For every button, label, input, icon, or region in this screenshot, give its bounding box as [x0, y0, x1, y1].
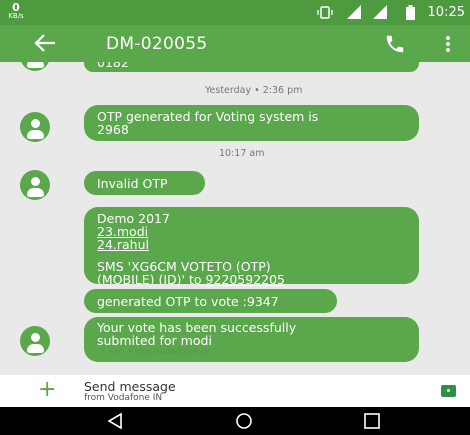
network-speed-unit: KB/s	[8, 12, 24, 20]
signal-1-icon	[347, 5, 361, 19]
message-text: 2968	[97, 122, 129, 137]
sim-icon[interactable]	[441, 385, 456, 397]
conversation-title: DM-020055	[106, 34, 208, 54]
phone-icon[interactable]	[384, 33, 406, 55]
back-arrow-icon[interactable]	[32, 31, 58, 55]
back-nav-icon[interactable]	[106, 412, 124, 430]
message-text: Invalid OTP	[97, 176, 168, 191]
message-link[interactable]: 24.rahul	[97, 238, 406, 251]
sender-avatar[interactable]	[20, 326, 50, 356]
message-time: 2 min	[100, 347, 125, 357]
status-bar: 0 KB/s 10:25	[0, 0, 470, 25]
message-bubble-demo[interactable]: Demo 2017 23.modi 24.rahul SMS 'XG6CM VO…	[84, 207, 419, 287]
home-nav-icon[interactable]	[235, 412, 253, 430]
nav-bar	[0, 407, 470, 435]
clock: 10:25	[427, 5, 465, 20]
message-bubble-partial[interactable]: 0182	[84, 62, 419, 72]
message-text: 0182	[97, 62, 129, 70]
message-bubble-otp[interactable]: OTP generated for Voting system is 2968	[84, 105, 419, 141]
sim-label: from Vodafone IN	[84, 393, 163, 403]
message-text: generated OTP to vote :9347	[97, 294, 279, 309]
message-text: OTP generated for Voting system is	[97, 109, 319, 124]
more-vert-icon[interactable]	[443, 34, 453, 54]
sender-avatar[interactable]	[20, 112, 50, 142]
network-speed: 0 KB/s	[5, 2, 27, 20]
sender-avatar[interactable]	[20, 170, 50, 200]
message-bubble-invalid[interactable]: Invalid OTP	[84, 171, 205, 195]
message-bubble-generated[interactable]: generated OTP to vote :9347	[84, 289, 337, 313]
message-carrier: • via Vodafone IN	[124, 347, 212, 357]
message-text: submited for modi	[97, 333, 212, 348]
timestamp-divider: Yesterday • 2:36 pm	[205, 85, 303, 96]
recents-nav-icon[interactable]	[363, 412, 381, 430]
battery-icon	[406, 5, 415, 20]
signal-2-icon	[373, 5, 387, 19]
toolbar: DM-020055	[0, 25, 470, 62]
message-thread[interactable]: 0182 Yesterday • 2:36 pm OTP generated f…	[0, 62, 470, 375]
message-meta: 2 min • via Vodafone IN	[100, 347, 211, 357]
sender-avatar[interactable]	[20, 62, 50, 71]
message-text: (MOBILE) (ID)' to	[97, 272, 206, 287]
phone-number-link[interactable]: 9220592205	[205, 272, 285, 287]
compose-bar: + Send message from Vodafone IN	[0, 375, 470, 407]
timestamp-divider: 10:17 am	[219, 148, 265, 159]
message-input[interactable]: Send message	[84, 379, 176, 394]
vibrate-icon	[317, 6, 333, 19]
plus-icon[interactable]: +	[38, 379, 56, 401]
